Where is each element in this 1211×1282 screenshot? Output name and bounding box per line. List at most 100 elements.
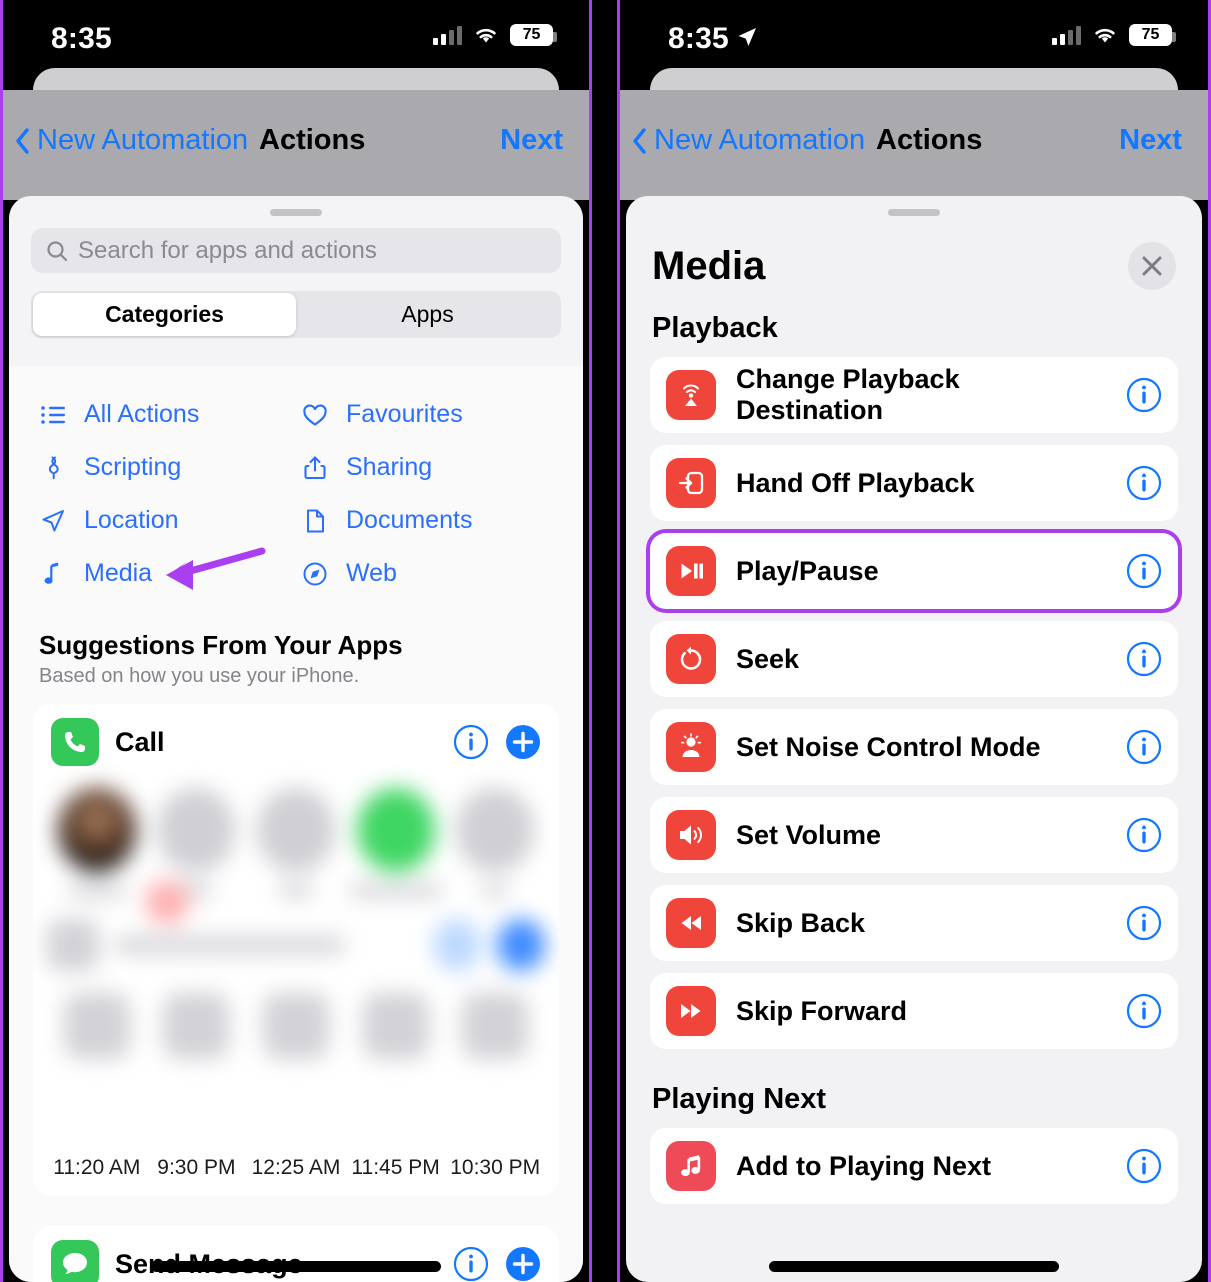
action-row-change-playback-destination[interactable]: Change Playback Destination [650,357,1178,433]
suggestions-title: Suggestions From Your Apps [39,630,403,660]
action-row-set-volume[interactable]: Set Volume [650,797,1178,873]
action-label: Add to Playing Next [736,1150,992,1181]
info-icon[interactable] [1126,553,1162,589]
action-label: Seek [736,643,800,674]
page-title: Actions [876,124,983,156]
screenshot-stage: 8:35 75 New Automation Actions Next Sear… [0,0,1211,1282]
action-label: Skip Forward [736,995,908,1026]
segmented-control: Categories Apps [31,291,561,338]
time-chip[interactable]: 9:30 PM [147,1156,247,1180]
document-icon [307,509,324,532]
info-icon[interactable] [1126,465,1162,501]
category-grid: All Actions Favourites Scripting Sharing [9,366,583,600]
search-container: Search for apps and actions [9,216,583,273]
battery-level: 75 [522,26,541,43]
category-label: Scripting [84,453,182,481]
plus-icon[interactable] [505,1246,541,1282]
play-pause-icon [666,546,716,596]
action-row-hand-off-playback[interactable]: Hand Off Playback [650,445,1178,521]
chevron-left-icon [633,127,646,154]
category-label: Documents [346,506,473,534]
info-icon[interactable] [1126,905,1162,941]
sheet-title: Media [652,243,766,288]
back-button[interactable]: New Automation [15,124,248,157]
action-row-seek[interactable]: Seek [650,621,1178,697]
home-indicator [151,1261,441,1272]
category-favourites[interactable]: Favourites [301,388,563,441]
noise-control-icon [666,722,716,772]
safari-compass-icon [303,562,327,585]
wifi-icon [1095,28,1115,43]
blurred-contacts-preview [33,780,559,1150]
action-row-skip-back[interactable]: Skip Back [650,885,1178,961]
action-picker-sheet: Search for apps and actions Categories A… [9,196,583,1282]
category-sharing[interactable]: Sharing [301,441,563,494]
wifi-icon [476,28,496,43]
location-arrow-icon [738,28,756,46]
info-icon[interactable] [1126,377,1162,413]
search-input[interactable]: Search for apps and actions [31,228,561,273]
info-icon[interactable] [453,724,489,760]
battery-icon: 75 [510,24,557,46]
tab-apps[interactable]: Apps [296,293,559,336]
action-label: Set Noise Control Mode [736,731,1041,762]
categories-scroll-body: All Actions Favourites Scripting Sharing [9,366,583,1282]
plus-icon[interactable] [505,724,541,760]
music-library-icon [666,1141,716,1191]
suggestion-card-send-message[interactable]: Send Message [33,1226,559,1282]
sheet-grabber[interactable] [888,209,940,216]
category-documents[interactable]: Documents [301,494,563,547]
action-row-play-pause[interactable]: Play/Pause [650,533,1178,609]
category-location[interactable]: Location [39,494,301,547]
media-actions-sheet: Media Playback Change Playback Destinati… [626,196,1202,1282]
info-icon[interactable] [1126,641,1162,677]
blurred-row-line [47,919,545,971]
contacts-row [33,780,559,897]
category-label: Location [84,506,179,534]
info-icon[interactable] [1126,729,1162,765]
skip-forward-icon [666,986,716,1036]
phone-icon [51,718,99,766]
status-time: 8:35 [668,22,729,55]
action-label: Change Playback Destination [736,364,960,425]
suggestions-header: Suggestions From Your Apps Based on how … [9,600,583,688]
back-button[interactable]: New Automation [632,124,865,157]
messages-icon [51,1240,99,1282]
info-icon[interactable] [1126,1148,1162,1184]
music-note-icon [44,562,59,584]
time-chip[interactable]: 10:30 PM [445,1156,545,1180]
hand-off-icon [666,458,716,508]
share-up-icon [304,455,326,479]
category-label: Web [346,559,397,587]
tab-categories[interactable]: Categories [33,293,296,336]
speaker-wave-icon [666,810,716,860]
cellular-bars-icon [1052,25,1081,45]
close-button[interactable] [1128,242,1176,290]
location-arrow-icon [42,509,64,531]
close-icon [1142,256,1162,276]
suggestions-subtitle: Based on how you use your iPhone. [39,665,360,687]
action-row-skip-forward[interactable]: Skip Forward [650,973,1178,1049]
category-web[interactable]: Web [301,547,563,600]
info-icon[interactable] [1126,817,1162,853]
category-all-actions[interactable]: All Actions [39,388,301,441]
next-button[interactable]: Next [500,124,563,157]
battery-icon: 75 [1129,24,1176,46]
action-label: Play/Pause [736,555,879,586]
next-button[interactable]: Next [1119,124,1182,157]
action-row-set-noise-control-mode[interactable]: Set Noise Control Mode [650,709,1178,785]
info-icon[interactable] [1126,993,1162,1029]
suggestion-card-call[interactable]: Call 11:20 AM 9:30 PM 12:25 AM 11:45 PM … [33,704,559,1196]
time-chip[interactable]: 11:20 AM [47,1156,147,1180]
info-icon[interactable] [453,1246,489,1282]
category-media[interactable]: Media [39,547,301,600]
category-scripting[interactable]: Scripting [39,441,301,494]
sheet-grabber[interactable] [270,209,322,216]
time-chip[interactable]: 12:25 AM [246,1156,346,1180]
action-row-add-to-playing-next[interactable]: Add to Playing Next [650,1128,1178,1204]
phone-screenshot-right: 8:35 75 New Automation Actions Next Medi… [617,0,1211,1282]
time-chip[interactable]: 11:45 PM [346,1156,446,1180]
action-label: Set Volume [736,819,882,850]
scripting-icon [48,456,59,479]
category-label: All Actions [84,400,200,428]
